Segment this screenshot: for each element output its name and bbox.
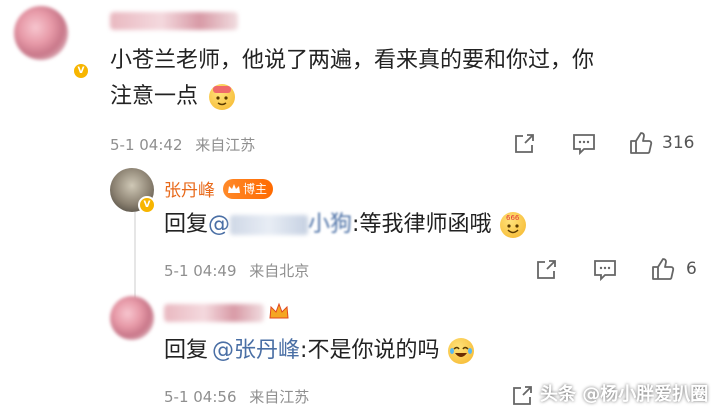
comment-source: 来自江苏	[195, 136, 256, 154]
reply2-source: 来自江苏	[249, 388, 310, 406]
666-emoji-icon: 666	[500, 212, 527, 238]
author-name[interactable]: 张丹峰	[164, 176, 215, 201]
like-count: 316	[662, 133, 695, 153]
reply1-text: 回复@ 小狗:等我律师函哦 666	[164, 208, 527, 242]
watermark: 头条 @杨小胖爱扒圈	[540, 384, 709, 405]
vip-badge-icon: V	[72, 62, 90, 80]
reply2-meta: 5-1 04:56 来自江苏	[164, 386, 309, 407]
comment-text-line2-label: 注意一点	[110, 84, 199, 109]
author-row: 张丹峰 博主	[164, 176, 274, 201]
thread-line	[134, 210, 136, 302]
author-vip-icon: V	[138, 196, 156, 214]
reply1-mention-suffix[interactable]: 小狗	[308, 212, 352, 237]
laugh-cry-emoji-icon	[448, 338, 475, 364]
reply1-mention-at[interactable]: @	[208, 212, 230, 237]
reply1-source: 来自北京	[249, 262, 310, 280]
blogger-badge: 博主	[223, 178, 274, 199]
commenter-avatar[interactable]	[14, 6, 68, 60]
share-icon	[537, 260, 556, 279]
reply1-meta: 5-1 04:49 来自北京	[164, 260, 309, 281]
comment-icon	[573, 134, 595, 156]
comment-button[interactable]	[571, 132, 597, 156]
comment-text-line1: 小苍兰老师，他说了两遍，看来真的要和你过，你	[110, 48, 595, 73]
reply1-mention-blurred[interactable]	[230, 215, 309, 235]
reply2-share-button[interactable]	[510, 384, 534, 408]
reply2-mention[interactable]: @张丹峰	[212, 338, 300, 363]
comment-icon	[594, 260, 616, 282]
reply2-crown-icon	[268, 302, 290, 326]
share-button[interactable]	[512, 132, 536, 156]
comment-text-line2: 注意一点	[110, 80, 236, 114]
reply1-body: :等我律师函哦	[352, 212, 492, 237]
comment-meta: 5-1 04:42 来自江苏	[110, 134, 255, 155]
reply1-share-button[interactable]	[534, 258, 558, 282]
reply1-prefix: 回复	[164, 212, 209, 237]
blogger-badge-label: 博主	[243, 181, 268, 196]
reply1-comment-button[interactable]	[592, 258, 618, 282]
reply2-time: 5-1 04:56	[164, 388, 237, 406]
comment-time: 5-1 04:42	[110, 136, 183, 154]
reply2-text: 回复 @张丹峰:不是你说的吗	[164, 334, 475, 368]
crown-icon	[228, 183, 240, 193]
svg-text:666: 666	[506, 214, 520, 222]
sweat-worker-emoji-icon	[209, 84, 236, 110]
reply1-time: 5-1 04:49	[164, 262, 237, 280]
commenter-name-blurred[interactable]	[110, 12, 238, 30]
thumbs-up-icon	[652, 258, 675, 280]
reply1-like-button[interactable]	[650, 256, 676, 282]
reply2-name-blurred[interactable]	[164, 304, 264, 322]
thumbs-up-icon	[630, 132, 653, 154]
reply1-like-count: 6	[686, 259, 697, 279]
share-icon	[513, 386, 532, 405]
reply2-avatar[interactable]	[110, 296, 154, 340]
like-button[interactable]	[628, 130, 654, 156]
reply2-prefix: 回复	[164, 338, 209, 363]
share-icon	[515, 134, 534, 153]
reply2-body: :不是你说的吗	[300, 338, 440, 363]
